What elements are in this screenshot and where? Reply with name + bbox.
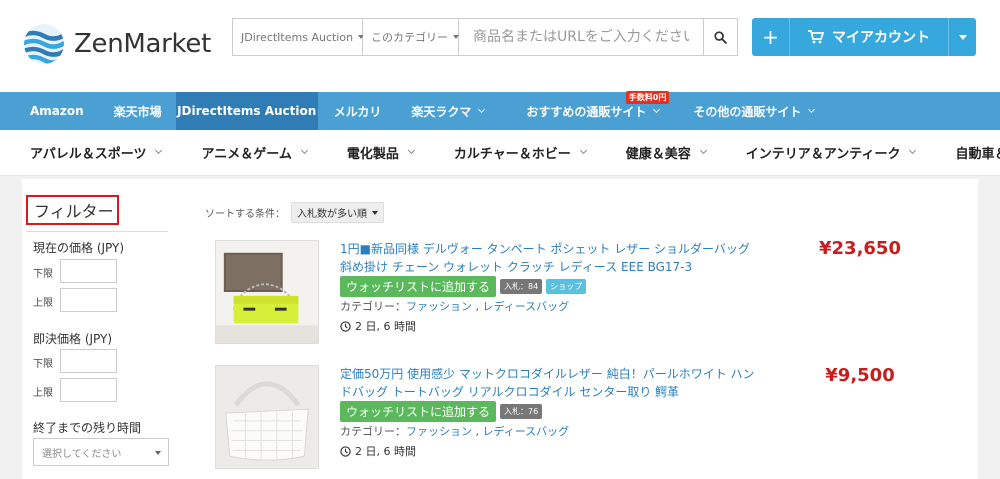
current-price-min-label: 下限 [33,269,53,280]
search-icon [714,30,727,44]
nav-item-rakuten[interactable]: 楽天市場 [100,92,176,130]
account-dropdown-toggle[interactable] [948,18,976,56]
instant-price-min-label: 下限 [33,359,53,370]
sort-control: ソートする条件： 入札数が多い順 [205,202,384,223]
item-price: ¥23,650 [819,238,901,259]
chevron-down-icon [653,105,661,113]
current-price-min-input[interactable] [60,259,117,283]
bid-count-badge: 入札：84 [500,279,543,294]
free-fee-badge: 手数料0円 [625,91,670,104]
search-input[interactable] [459,19,703,55]
chevron-down-icon [407,146,415,155]
logo-text: ZenMarket [74,29,211,59]
account-button-group: + マイアカウント [752,18,976,56]
site-nav: Amazon 楽天市場 JDirectItems Auction メルカリ 楽天… [0,91,1000,130]
item-actions: ウォッチリストに追加する 入札：84 ショップ [340,276,587,297]
divider [26,231,168,232]
nav-item-recommended[interactable]: 手数料0円 おすすめの通販サイト [510,91,679,130]
search-button[interactable] [703,19,737,55]
site-select[interactable]: JDirectItems Auction [233,19,365,55]
search-bar: JDirectItems Auction このカテゴリー [232,18,738,56]
category-select[interactable]: このカテゴリー [363,19,459,55]
content-area: フィルター 現在の価格 (JPY) 下限 上限 即決価格 (JPY) 下限 上限… [22,179,978,479]
instant-price-min-input[interactable] [60,349,117,373]
time-left-label: 終了までの残り時間 [33,421,142,435]
clock-icon [340,320,351,332]
time-left-select[interactable]: 選択してください [33,438,169,466]
product-image-white-bag [216,366,318,468]
instant-price-max-label: 上限 [33,388,53,399]
header: ZenMarket JDirectItems Auction このカテゴリー +… [0,0,1000,92]
cart-icon [808,30,824,44]
category-link-fashion[interactable]: ファッション [406,300,472,313]
current-price-max-input[interactable] [60,288,117,312]
sort-select[interactable]: 入札数が多い順 [291,202,384,223]
current-price-max-label: 上限 [33,298,53,309]
chevron-down-icon [478,105,486,113]
category-culture-hobby[interactable]: カルチャー＆ホビー [438,143,610,162]
category-car-bike[interactable]: 自動車＆バイク [939,143,1000,162]
nav-item-mercari[interactable]: メルカリ [318,92,398,130]
product-thumbnail[interactable] [215,365,319,469]
chevron-down-icon [909,146,917,155]
logo[interactable]: ZenMarket [22,20,217,68]
item-title-link[interactable]: 1円■新品同様 デルヴォー タンペート ポシェット レザー ショルダーバッグ 斜… [340,240,760,276]
instant-price-label: 即決価格 (JPY) [33,332,113,346]
caret-down-icon [155,451,161,455]
chevron-down-icon [808,105,816,113]
list-item: 定価50万円 使用感少 マットクロコダイルレザー 純白！パールホワイト ハンドバ… [215,365,975,475]
item-time-left: 2 日, 6 時間 [340,443,416,459]
category-anime-game[interactable]: アニメ＆ゲーム [185,143,330,162]
category-electronics[interactable]: 電化製品 [331,143,438,162]
category-link-ladies-bags[interactable]: レディースバッグ [483,425,570,438]
nav-item-jdirectitems[interactable]: JDirectItems Auction [175,92,318,130]
item-category: カテゴリー：ファッション , レディースバッグ [340,300,570,313]
caret-down-icon [958,34,967,40]
category-interior-antique[interactable]: インテリア＆アンティーク [730,143,940,162]
item-category: カテゴリー：ファッション , レディースバッグ [340,425,570,438]
current-price-label: 現在の価格 (JPY) [33,241,125,255]
add-to-watchlist-button[interactable]: ウォッチリストに追加する [340,276,497,297]
category-link-fashion[interactable]: ファッション [406,425,472,438]
clock-icon [340,445,351,457]
item-time-left: 2 日, 6 時間 [340,318,416,334]
add-to-watchlist-button[interactable]: ウォッチリストに追加する [340,401,497,422]
category-health-beauty[interactable]: 健康＆美容 [610,143,730,162]
list-item: 1円■新品同様 デルヴォー タンペート ポシェット レザー ショルダーバッグ 斜… [215,238,975,350]
bid-count-badge: 入札：76 [500,404,543,419]
chevron-down-icon [699,146,707,155]
add-button[interactable]: + [752,18,790,56]
item-title-link[interactable]: 定価50万円 使用感少 マットクロコダイルレザー 純白！パールホワイト ハンドバ… [340,365,760,401]
instant-price-max-input[interactable] [60,378,117,402]
logo-icon [24,24,64,64]
category-link-ladies-bags[interactable]: レディースバッグ [483,300,570,313]
chevron-down-icon [155,146,163,155]
my-account-button[interactable]: マイアカウント [790,18,948,56]
nav-item-amazon[interactable]: Amazon [0,92,100,130]
item-price: ¥9,500 [825,365,895,386]
category-bar: アパレル＆スポーツ アニメ＆ゲーム 電化製品 カルチャー＆ホビー 健康＆美容 イ… [0,130,1000,176]
nav-item-rakuma[interactable]: 楽天ラクマ [397,92,510,130]
product-thumbnail[interactable] [215,240,319,344]
category-apparel[interactable]: アパレル＆スポーツ [0,143,185,162]
product-image-yellow-bag [216,241,318,343]
caret-down-icon [372,210,378,215]
item-actions: ウォッチリストに追加する 入札：76 [340,401,543,422]
nav-item-other-sites[interactable]: その他の通販サイト [679,92,828,130]
filter-title: フィルター [26,195,119,225]
shop-badge: ショップ [546,279,587,294]
chevron-down-icon [300,146,308,155]
chevron-down-icon [579,146,587,155]
filter-panel: フィルター 現在の価格 (JPY) 下限 上限 即決価格 (JPY) 下限 上限… [22,179,177,479]
sort-label: ソートする条件： [205,209,285,220]
